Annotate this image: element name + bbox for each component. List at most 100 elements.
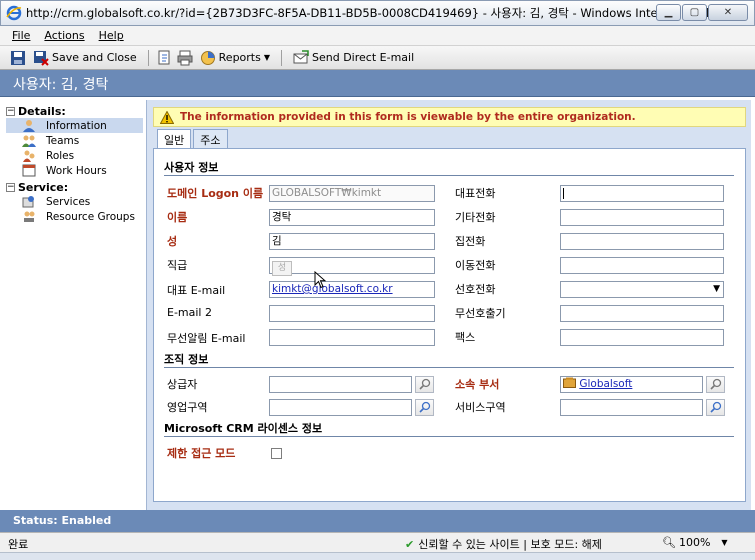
send-email-icon: [293, 49, 309, 63]
nav-item-information[interactable]: Information: [6, 118, 143, 133]
window-controls: ▁ ▢ ✕: [656, 4, 748, 21]
record-header: 사용자: 김, 경탁: [0, 70, 755, 97]
label-pager: 무선호출기: [455, 307, 506, 320]
label-business-unit: 소속 부서: [455, 378, 500, 391]
section-divider: [164, 367, 734, 368]
label-preferred-phone: 선호전화: [455, 283, 496, 296]
label-home-phone: 집전화: [455, 235, 486, 248]
other-phone-field[interactable]: [560, 209, 724, 226]
zoom-icon: 🔍︎: [662, 536, 676, 549]
email2-field[interactable]: [269, 305, 435, 322]
user-icon: [23, 120, 35, 132]
sales-territory-lookup-field[interactable]: [269, 399, 412, 416]
nav-section-details-label: Details:: [18, 104, 66, 118]
nav-item-resource-groups[interactable]: Resource Groups: [6, 209, 143, 224]
zoom-dropdown-arrow-icon: ▼: [721, 538, 728, 547]
teams-icon: [22, 135, 36, 147]
nav-item-label: Teams: [46, 134, 80, 147]
collapse-icon[interactable]: −: [6, 106, 15, 116]
main-phone-field[interactable]: [560, 185, 724, 202]
label-last-name: 성: [167, 235, 178, 248]
service-area-lookup-button[interactable]: [706, 399, 725, 416]
window-title-bar: http://crm.globalsoft.co.kr/?id={2B73D3F…: [0, 0, 755, 26]
label-sales-territory: 영업구역: [167, 401, 208, 414]
save-icon[interactable]: [10, 50, 26, 66]
tab-general[interactable]: 일반: [157, 129, 192, 149]
maximize-button[interactable]: ▢: [682, 4, 707, 21]
home-phone-field[interactable]: [560, 233, 724, 250]
nav-section-details[interactable]: − Details:: [6, 104, 143, 118]
mouse-pointer-icon: [314, 271, 326, 289]
send-direct-email-button[interactable]: Send Direct E-mail: [290, 49, 417, 66]
label-domain-logon: 도메인 Logon 이름: [167, 187, 264, 200]
roles-icon: [23, 150, 35, 162]
toolbar: Save and Close Reports ▼ Send Direct E-m…: [0, 46, 755, 70]
label-primary-email: 대표 E-mail: [167, 284, 226, 297]
primary-email-link[interactable]: kimkt@globalsoft.co.kr: [272, 283, 393, 295]
save-and-close-button[interactable]: Save and Close: [30, 50, 140, 66]
tab-address[interactable]: 주소: [193, 129, 228, 148]
last-name-field[interactable]: 김: [269, 233, 435, 250]
nav-item-services[interactable]: Services: [6, 194, 143, 209]
section-title-license-info: Microsoft CRM 라이센스 정보: [164, 422, 323, 435]
dropdown-arrow-icon: ▼: [713, 284, 720, 294]
menu-actions[interactable]: Actions: [44, 29, 84, 42]
manager-lookup-button[interactable]: [415, 376, 434, 393]
label-fax: 팩스: [455, 331, 476, 344]
menu-bar: File Actions Help: [0, 26, 755, 46]
lookup-icon: [710, 401, 722, 413]
primary-email-field[interactable]: kimkt@globalsoft.co.kr: [269, 281, 435, 298]
nav-section-service[interactable]: − Service:: [6, 180, 143, 194]
menu-help[interactable]: Help: [99, 29, 124, 42]
preferred-phone-select[interactable]: ▼: [560, 281, 724, 298]
section-title-org-info: 조직 정보: [164, 353, 209, 366]
label-other-phone: 기타전화: [455, 211, 496, 224]
security-zone[interactable]: ✔ 신뢰할 수 있는 사이트 | 보호 모드: 해제: [405, 536, 602, 552]
zoom-control[interactable]: 🔍︎ 100% ▼: [662, 536, 728, 549]
notice-bar: The information provided in this form is…: [153, 107, 746, 127]
label-mobile-alert-email: 무선알림 E-mail: [167, 332, 246, 345]
main-panel: The information provided in this form is…: [146, 100, 751, 510]
ie-logo-icon: [6, 5, 22, 21]
label-first-name: 이름: [167, 211, 188, 224]
nav-item-work-hours[interactable]: Work Hours: [6, 163, 143, 178]
nav-item-label: Resource Groups: [46, 210, 135, 223]
lookup-icon: [419, 378, 431, 390]
calendar-icon: [22, 164, 36, 177]
page-title: 사용자: 김, 경탁: [13, 77, 109, 93]
nav-item-roles[interactable]: Roles: [6, 148, 143, 163]
record-status: Status: Enabled: [13, 514, 112, 527]
collapse-icon[interactable]: −: [6, 182, 15, 192]
toolbar-separator: [281, 49, 283, 66]
sales-territory-lookup-button[interactable]: [415, 399, 434, 416]
business-unit-lookup-field[interactable]: Globalsoft: [560, 376, 703, 393]
business-unit-link[interactable]: Globalsoft: [579, 378, 632, 390]
first-name-field[interactable]: 경탁: [269, 209, 435, 226]
business-unit-lookup-button[interactable]: [706, 376, 725, 393]
fax-field[interactable]: [560, 329, 724, 346]
resource-groups-icon: [24, 211, 35, 222]
print-icon[interactable]: [177, 50, 193, 66]
restricted-access-checkbox[interactable]: [271, 448, 282, 459]
label-mobile-phone: 이동전화: [455, 259, 496, 272]
notice-text: The information provided in this form is…: [180, 111, 636, 123]
section-divider: [164, 175, 734, 176]
business-unit-icon: [563, 377, 576, 388]
job-title-field[interactable]: [269, 257, 435, 274]
menu-file[interactable]: File: [12, 29, 30, 42]
mobile-phone-field[interactable]: [560, 257, 724, 274]
security-zone-text: 신뢰할 수 있는 사이트 | 보호 모드: 해제: [418, 538, 602, 551]
pager-field[interactable]: [560, 305, 724, 322]
domain-logon-field[interactable]: GLOBALSOFT₩kimkt: [269, 185, 435, 202]
label-job-title: 직급: [167, 259, 188, 272]
section-title-user-info: 사용자 정보: [164, 161, 219, 174]
minimize-button[interactable]: ▁: [656, 4, 681, 21]
service-area-lookup-field[interactable]: [560, 399, 703, 416]
attach-icon[interactable]: [157, 50, 173, 66]
nav-item-teams[interactable]: Teams: [6, 133, 143, 148]
close-button[interactable]: ✕: [708, 4, 748, 21]
toolbar-separator: [147, 49, 149, 66]
manager-lookup-field[interactable]: [269, 376, 412, 393]
mobile-alert-email-field[interactable]: [269, 329, 435, 346]
reports-button[interactable]: Reports ▼: [197, 50, 273, 66]
